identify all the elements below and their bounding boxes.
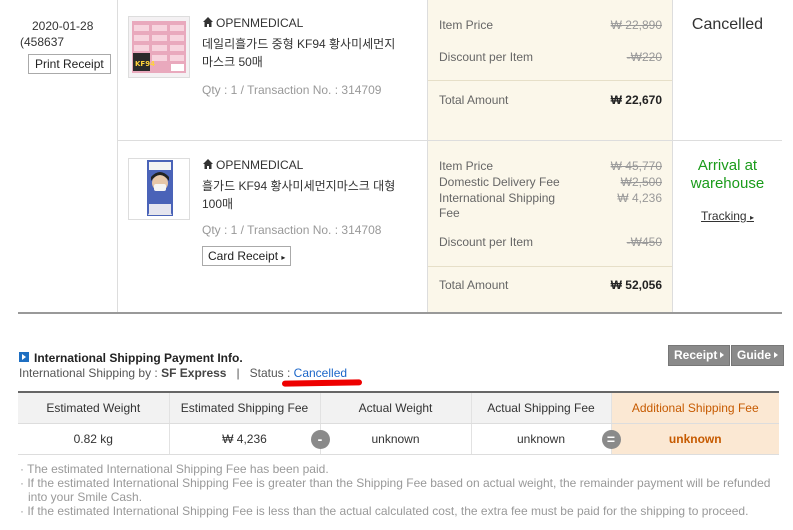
shipping-by: International Shipping by : SF Express |… (19, 366, 347, 380)
cell-text: ₩ 4,236 (222, 431, 267, 446)
note-item: · The estimated International Shipping F… (20, 462, 329, 476)
card-receipt-label: Card Receipt (208, 249, 279, 263)
table-header-row: Estimated Weight Estimated Shipping Fee … (18, 391, 779, 424)
product-image[interactable] (128, 158, 190, 220)
seller-name[interactable]: OPENMEDICAL (202, 156, 402, 174)
total-amount-value: ₩ 52,056 (610, 278, 662, 292)
cell-text: unknown (516, 431, 566, 446)
header-estimated-fee: Estimated Shipping Fee (169, 391, 321, 424)
note-item: · If the estimated International Shippin… (20, 476, 771, 504)
total-amount-label: Total Amount (439, 278, 509, 292)
actual-weight-value: unknown (320, 423, 472, 455)
discount-label: Discount per Item (439, 235, 534, 249)
estimated-weight-value: 0.82 kg (18, 423, 170, 455)
seller-label: OPENMEDICAL (216, 16, 304, 30)
order-status: Cancelled (673, 0, 782, 34)
item-price-value: ₩ 45,770 (610, 159, 662, 173)
cell-text: unknown (668, 431, 722, 446)
product-name[interactable]: 데일리흘가드 중형 KF94 황사미세먼지마스크 50매 (202, 35, 402, 71)
order-number: (458637 (20, 35, 65, 49)
note-item: · If the estimated International Shippin… (20, 504, 749, 518)
status-cancelled: Cancelled (691, 16, 764, 33)
quantity-transaction: Qty : 1 / Transaction No. : 314708 (202, 223, 382, 237)
caret-right-icon: ▸ (749, 213, 754, 222)
price-details: Item Price ₩ 22,890 Discount per Item -₩… (427, 0, 673, 140)
price-divider (428, 266, 672, 267)
caret-right-icon (774, 352, 779, 358)
shipping-status-label: Status : (249, 366, 291, 380)
domestic-fee-value: ₩2,500 (620, 175, 662, 189)
additional-fee-value: unknown (611, 423, 779, 455)
product-name[interactable]: 흘가드 KF94 황사미세먼지마스크 대형 100매 (202, 177, 402, 213)
separator: | (236, 366, 240, 380)
order-date-column: 2020-01-28 (458637 Print Receipt (18, 0, 118, 312)
caret-right-icon (720, 352, 725, 358)
table-row: 0.82 kg ₩ 4,236 - unknown unknown = unknow… (18, 423, 779, 455)
caret-right-icon: ▸ (281, 253, 286, 262)
domestic-fee-label: Domestic Delivery Fee (439, 175, 560, 189)
minus-icon: - (310, 429, 330, 449)
price-divider (428, 80, 672, 81)
shipping-status-value: Cancelled (293, 366, 348, 380)
receipt-button-label: Receipt (674, 348, 718, 362)
shipping-title: International Shipping Payment Info. (34, 351, 243, 365)
total-amount-value: ₩ 22,670 (610, 93, 662, 107)
product-info: OPENMEDICAL 흘가드 KF94 황사미세먼지마스크 대형 100매 Q… (202, 156, 402, 266)
discount-value: -₩220 (626, 50, 662, 64)
discount-label: Discount per Item (439, 50, 534, 64)
product-info: OPENMEDICAL 데일리흘가드 중형 KF94 황사미세먼지마스크 50매… (202, 14, 402, 98)
guide-button-label: Guide (737, 348, 772, 362)
header-actual-weight: Actual Weight (320, 391, 472, 424)
status-arrival: Arrival at warehouse (690, 157, 765, 192)
order-date-value: 2020-01-28 (32, 19, 94, 33)
order-item-row: KF94 OPENMEDICAL 데일리흘가드 중형 KF94 황사미세먼지마스… (118, 0, 782, 141)
cell-text: unknown (371, 431, 420, 446)
bullet-icon (19, 352, 29, 362)
discount-value: -₩450 (626, 235, 662, 249)
item-price-label: Item Price (439, 159, 494, 173)
item-price-label: Item Price (439, 18, 494, 32)
guide-button[interactable]: Guide (731, 345, 785, 366)
tracking-label: Tracking (701, 209, 747, 223)
price-details: Item Price ₩ 45,770 Domestic Delivery Fe… (427, 141, 673, 312)
equals-icon: = (601, 429, 621, 449)
order-item-row: OPENMEDICAL 흘가드 KF94 황사미세먼지마스크 대형 100매 Q… (118, 141, 782, 312)
shipping-by-label: International Shipping by : (19, 366, 158, 380)
order-date: 2020-01-28 (458637 (20, 18, 94, 50)
tracking-link[interactable]: Tracking ▸ (701, 209, 754, 223)
shipping-fee-table: Estimated Weight Estimated Shipping Fee … (18, 391, 779, 455)
seller-label: OPENMEDICAL (216, 158, 304, 172)
header-estimated-weight: Estimated Weight (18, 391, 170, 424)
intl-fee-label: International Shipping Fee (439, 191, 556, 220)
quantity-transaction: Qty : 1 / Transaction No. : 314709 (202, 83, 382, 97)
cell-text: 0.82 kg (73, 431, 113, 446)
estimated-fee-value: ₩ 4,236 - (169, 423, 330, 455)
header-additional-fee: Additional Shipping Fee (611, 391, 779, 424)
total-amount-label: Total Amount (439, 93, 509, 107)
actual-fee-value: unknown = (471, 423, 621, 455)
receipt-button[interactable]: Receipt (668, 345, 731, 366)
print-receipt-button[interactable]: Print Receipt (28, 54, 111, 74)
item-price-value: ₩ 22,890 (610, 18, 662, 32)
home-icon (203, 17, 213, 27)
order-status: Arrival at warehouse Tracking ▸ (673, 141, 782, 223)
red-annotation-mark (281, 379, 363, 387)
seller-name[interactable]: OPENMEDICAL (202, 14, 402, 32)
shipping-notes: · The estimated International Shipping F… (20, 462, 780, 518)
svg-text:KF94: KF94 (135, 60, 155, 68)
order-table: 2020-01-28 (458637 Print Receipt KF94 OP… (18, 0, 782, 314)
header-actual-fee: Actual Shipping Fee (471, 391, 612, 424)
intl-fee-value: ₩ 4,236 (617, 191, 662, 205)
card-receipt-button[interactable]: Card Receipt ▸ (202, 246, 292, 266)
shipping-carrier: SF Express (161, 366, 227, 380)
product-image[interactable]: KF94 (128, 16, 190, 78)
home-icon (203, 159, 213, 169)
